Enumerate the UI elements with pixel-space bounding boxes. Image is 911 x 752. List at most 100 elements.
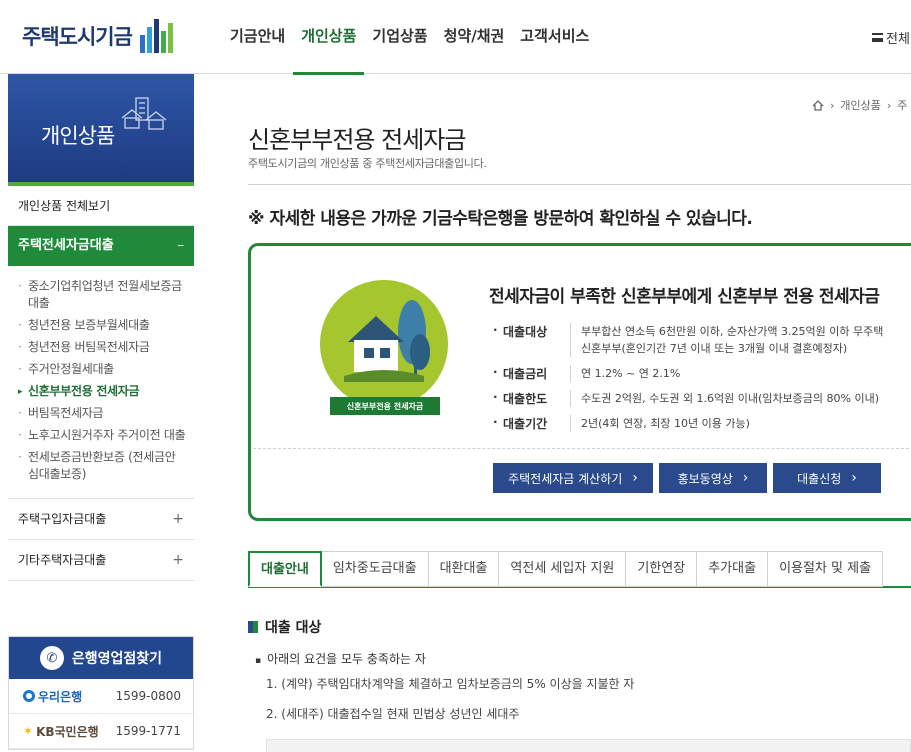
chevron-right-icon: › (742, 470, 749, 486)
nav-item-corporate-products[interactable]: 기업상품 (364, 0, 435, 74)
tab-procedure-documents[interactable]: 이용절차 및 제출 (768, 551, 884, 587)
house-trees-icon (344, 300, 430, 382)
expand-icon: + (172, 511, 184, 527)
info-value: 부부합산 연소득 6천만원 이하, 순자산가액 3.25억원 이하 무주택 신혼… (581, 323, 883, 357)
info-row-limit: 대출한도 수도권 2억원, 수도권 외 1.6억원 이내(임차보증금의 80% … (491, 390, 911, 407)
sidebar-group-label: 기타주택자금대출 (18, 553, 107, 567)
promo-video-button[interactable]: 홍보동영상 › (659, 463, 767, 493)
nav-item-personal-products[interactable]: 개인상품 (293, 0, 365, 75)
info-value: 수도권 2억원, 수도권 외 1.6억원 이내(임차보증금의 80% 이내) (581, 392, 880, 405)
sidebar-sub-item[interactable]: 노후고시원거주자 주거이전 대출 (18, 425, 186, 447)
site-header: 주택도시기금 기금안내 개인상품 기업상품 청약/채권 고객서비스 전체 (0, 0, 911, 75)
collapse-icon: – (177, 238, 185, 253)
sidebar-sub-item[interactable]: 청년전용 보증부월세대출 (18, 315, 186, 337)
requirements-intro: 아래의 요건을 모두 충족하는 자 (255, 650, 426, 667)
content-tabs: 대출안내 임차중도금대출 대환대출 역전세 세입자 지원 기한연장 추가대출 이… (248, 551, 884, 587)
hamburger-icon (872, 33, 883, 42)
title-divider (248, 184, 911, 185)
button-label: 홍보동영상 (677, 471, 733, 486)
bank-finder: ✆ 은행영업점찾기 우리은행 1599-0800 ✶ KB국민은행 1599-1… (8, 636, 194, 750)
info-row-period: 대출기간 2년(4회 연장, 최장 10년 이용 가능) (491, 415, 911, 432)
bank-name-text: 우리은행 (38, 689, 83, 704)
section-title-text: 대출 대상 (265, 620, 322, 636)
notice-text: ※ 자세한 내용은 가까운 기금수탁은행을 방문하여 확인하실 수 있습니다. (248, 209, 753, 229)
tab-reverse-jeonse-support[interactable]: 역전세 세입자 지원 (499, 551, 627, 587)
button-label: 주택전세자금 계산하기 (508, 471, 623, 486)
dashed-divider (253, 448, 911, 449)
bank-row[interactable]: ✶ KB국민은행 1599-1771 (9, 714, 193, 749)
tab-additional-loan[interactable]: 추가대출 (697, 551, 769, 587)
bank-finder-title[interactable]: ✆ 은행영업점찾기 (9, 637, 193, 679)
bank-finder-label: 은행영업점찾기 (71, 651, 163, 667)
sidebar-group-other-housing[interactable]: 기타주택자금대출 + (8, 540, 194, 581)
main-nav: 기금안내 개인상품 기업상품 청약/채권 고객서비스 (222, 0, 597, 75)
chevron-right-icon: › (830, 98, 835, 112)
requirement-item: 2. (세대주) 대출접수일 현재 민법상 성년인 세대주 (266, 707, 520, 721)
sidebar-sub-item[interactable]: 중소기업취업청년 전월세보증금대출 (18, 276, 186, 315)
sidebar-sub-item[interactable]: 청년전용 버팀목전세자금 (18, 337, 186, 359)
bank-name: ✶ KB국민은행 (23, 723, 116, 740)
bank-name-text: KB국민은행 (36, 724, 99, 739)
requirement-item: 1. (계약) 주택임대차계약을 체결하고 임차보증금의 5% 이상을 지불한 … (266, 677, 635, 691)
section-marker-icon (248, 621, 258, 633)
expand-icon: + (172, 552, 184, 568)
woori-logo-icon (23, 690, 35, 702)
sidebar-group-jeonse-loan[interactable]: 주택전세자금대출 – (8, 226, 194, 266)
page-subtitle: 주택도시기금의 개인상품 중 주택전세자금대출입니다. (248, 157, 487, 170)
bank-tel: 1599-1771 (115, 724, 181, 738)
sidebar-group-label: 주택구입자금대출 (18, 512, 107, 526)
sidebar: 개인상품 개인상품 전체보기 주택전세자금대출 – 중소기업취업청년 전월세보증… (8, 74, 194, 581)
site-logo[interactable]: 주택도시기금 (22, 16, 173, 56)
tab-term-extension[interactable]: 기한연장 (626, 551, 698, 587)
info-value: 연 1.2% ~ 연 2.1% (581, 367, 681, 380)
sidebar-all-products-link[interactable]: 개인상품 전체보기 (8, 186, 194, 226)
chevron-right-icon: › (851, 470, 857, 486)
logo-mark-icon (139, 19, 173, 53)
nav-item-fund-info[interactable]: 기금안내 (222, 0, 293, 74)
page-title: 신혼부부전용 전세자금 (248, 126, 466, 154)
sidebar-group-label: 주택전세자금대출 (18, 238, 114, 253)
sidebar-sub-item[interactable]: 전세보증금반환보증 (전세금안심대출보증) (18, 447, 186, 486)
info-label: 대출대상 (491, 323, 571, 357)
all-menu-button[interactable]: 전체 (872, 28, 910, 47)
tab-loan-guide[interactable]: 대출안내 (248, 551, 322, 587)
nav-item-subscription-bonds[interactable]: 청약/채권 (436, 0, 513, 74)
kb-star-icon: ✶ (23, 724, 34, 738)
product-action-buttons: 주택전세자금 계산하기 › 홍보동영상 › 대출신청 › (493, 463, 881, 493)
sidebar-sub-item[interactable]: 주거안정월세대출 (18, 359, 186, 381)
info-label: 대출한도 (491, 390, 571, 407)
chevron-right-icon: › (632, 470, 638, 486)
info-value-line: 부부합산 연소득 6천만원 이하, 순자산가액 3.25억원 이하 무주택 (581, 325, 884, 338)
home-icon[interactable] (812, 99, 824, 111)
product-headline: 전세자금이 부족한 신혼부부에게 신혼부부 전용 전세자금 (489, 287, 880, 307)
apply-loan-button[interactable]: 대출신청 › (773, 463, 881, 493)
bank-tel: 1599-0800 (115, 689, 181, 703)
sidebar-sub-item[interactable]: 버팀목전세자금 (18, 403, 186, 425)
breadcrumb-item[interactable]: 개인상품 (840, 97, 880, 113)
breadcrumb-item[interactable]: 주 (897, 97, 907, 113)
info-value: 2년(4회 연장, 최장 10년 이용 가능) (581, 417, 750, 430)
info-row-rate: 대출금리 연 1.2% ~ 연 2.1% (491, 365, 911, 382)
nav-item-customer-service[interactable]: 고객서비스 (512, 0, 597, 74)
sidebar-banner: 개인상품 (8, 74, 194, 182)
calculate-loan-button[interactable]: 주택전세자금 계산하기 › (493, 463, 653, 493)
product-summary-box: 신혼부부전용 전세자금 전세자금이 부족한 신혼부부에게 신혼부부 전용 전세자… (248, 243, 911, 521)
button-label: 대출신청 (797, 471, 842, 486)
buildings-icon (121, 97, 167, 130)
breadcrumb: › 개인상품 › 주 (812, 97, 907, 113)
info-value-line: 신혼부부(혼인기간 7년 이내 또는 3개월 이내 결혼예정자) (581, 342, 848, 355)
tab-refinance-loan[interactable]: 대환대출 (428, 551, 500, 587)
sidebar-group-home-purchase[interactable]: 주택구입자금대출 + (8, 499, 194, 540)
sidebar-banner-title: 개인상품 (41, 124, 115, 148)
all-menu-label: 전체 (886, 32, 910, 47)
sidebar-sub-item-current[interactable]: 신혼부부전용 전세자금 (18, 381, 186, 403)
info-row-target: 대출대상 부부합산 연소득 6천만원 이하, 순자산가액 3.25억원 이하 무… (491, 323, 911, 357)
info-box-partial (266, 739, 911, 752)
product-badge-label: 신혼부부전용 전세자금 (330, 397, 440, 415)
product-info-list: 대출대상 부부합산 연소득 6천만원 이하, 순자산가액 3.25억원 이하 무… (491, 323, 911, 440)
bank-name: 우리은행 (23, 688, 116, 705)
tab-interim-payment-loan[interactable]: 임차중도금대출 (321, 551, 429, 587)
info-label: 대출금리 (491, 365, 571, 382)
bank-row[interactable]: 우리은행 1599-0800 (9, 679, 193, 714)
chevron-right-icon: › (886, 98, 892, 112)
